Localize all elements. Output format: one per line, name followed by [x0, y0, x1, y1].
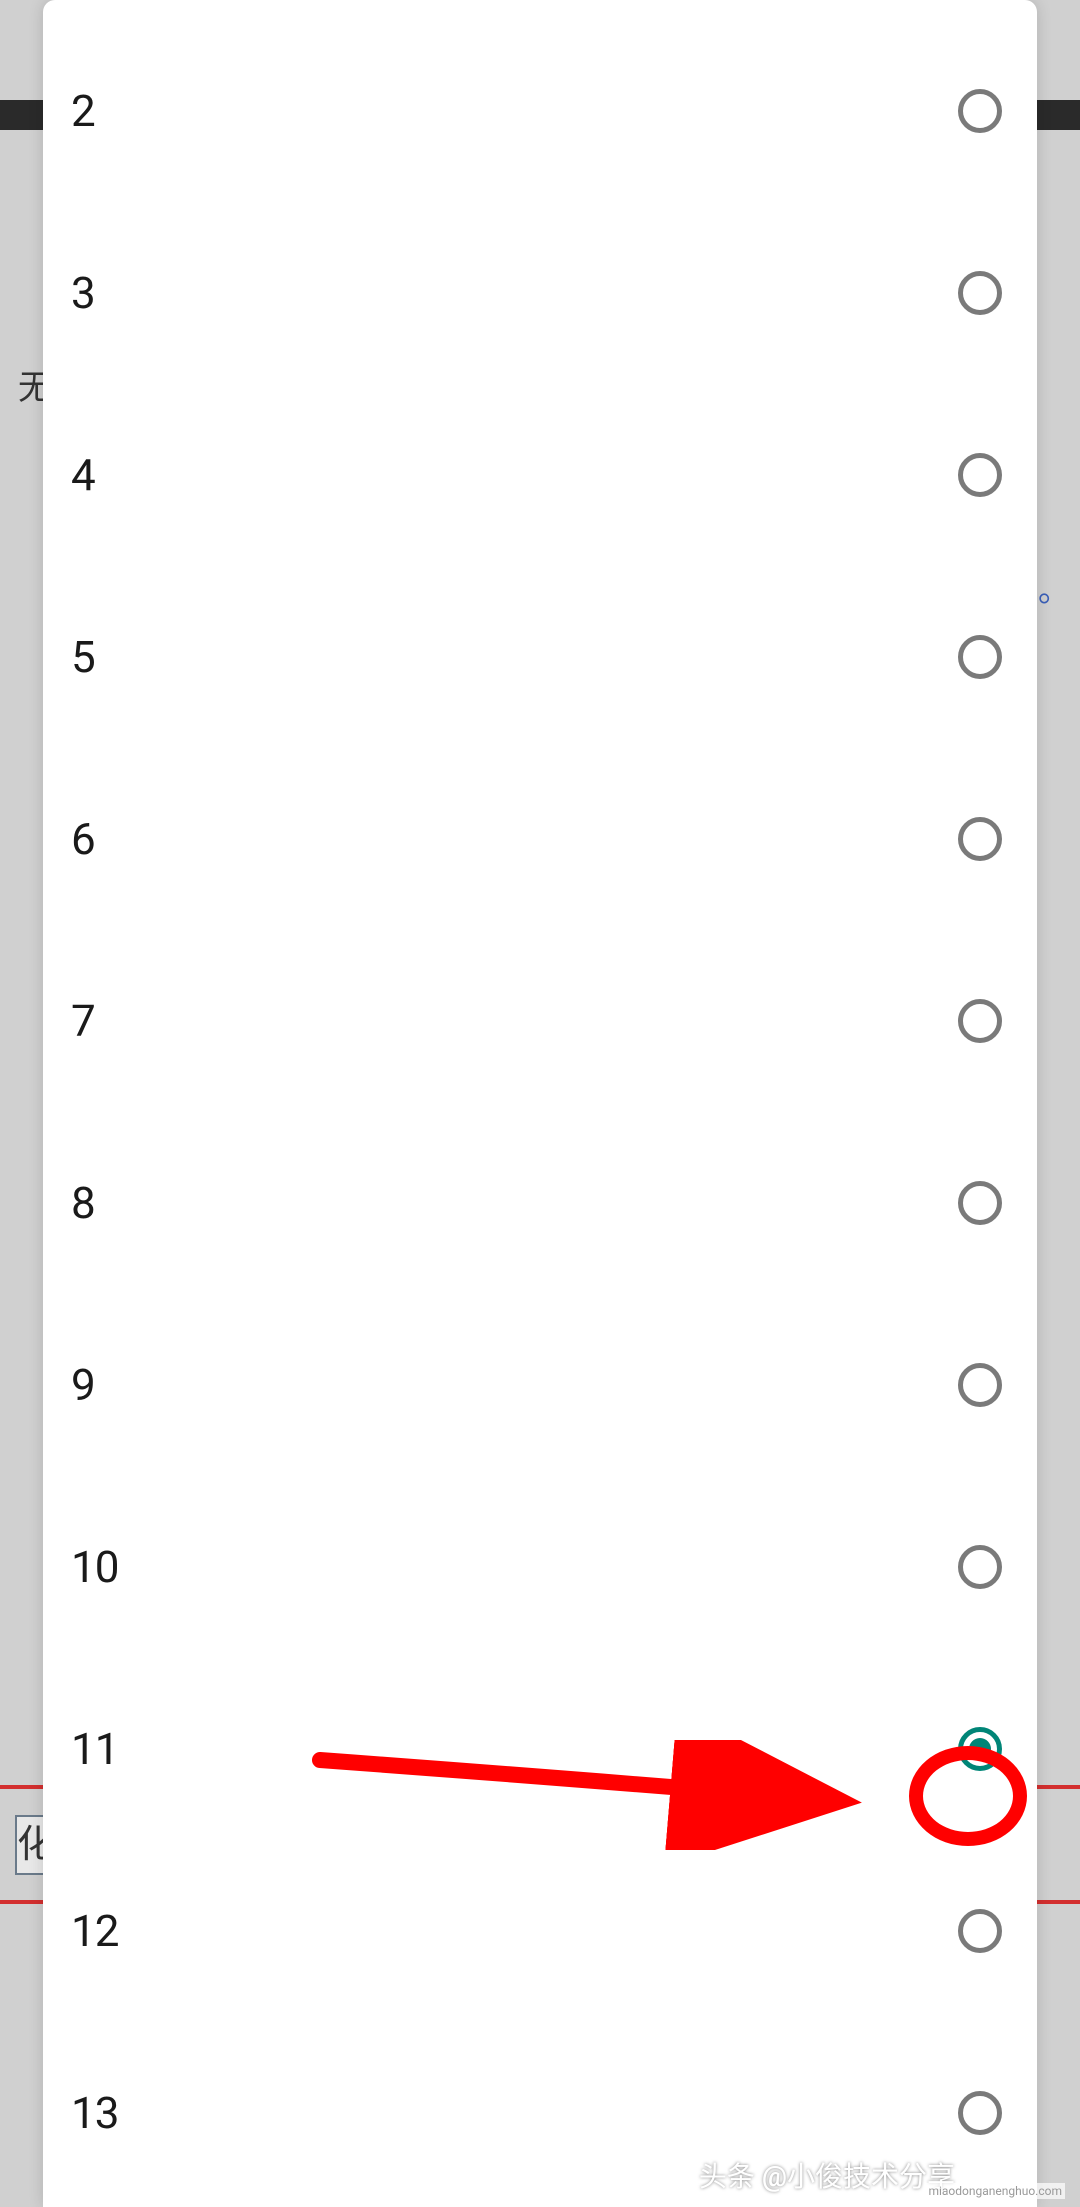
- option-item-11[interactable]: 11: [43, 1658, 1037, 1840]
- option-label: 12: [71, 1905, 118, 1957]
- radio-unchecked-icon: [958, 2091, 1002, 2135]
- option-item-2[interactable]: 2: [43, 20, 1037, 202]
- option-item-3[interactable]: 3: [43, 202, 1037, 384]
- radio-unchecked-icon: [958, 1545, 1002, 1589]
- option-label: 13: [71, 2087, 118, 2139]
- radio-unchecked-icon: [958, 817, 1002, 861]
- option-label: 4: [71, 449, 95, 501]
- option-item-8[interactable]: 8: [43, 1112, 1037, 1294]
- option-item-12[interactable]: 12: [43, 1840, 1037, 2022]
- watermark-url: miaodonganenghuo.com: [925, 2183, 1065, 2199]
- radio-unchecked-icon: [958, 453, 1002, 497]
- option-item-7[interactable]: 7: [43, 930, 1037, 1112]
- option-item-6[interactable]: 6: [43, 748, 1037, 930]
- option-label: 7: [71, 995, 95, 1047]
- radio-unchecked-icon: [958, 1181, 1002, 1225]
- watermark-text: 头条 @小俊技术分享: [699, 2155, 955, 2195]
- option-label: 10: [71, 1541, 118, 1593]
- option-label: 2: [71, 85, 95, 137]
- option-label: 3: [71, 267, 95, 319]
- option-item-5[interactable]: 5: [43, 566, 1037, 748]
- option-item-10[interactable]: 10: [43, 1476, 1037, 1658]
- radio-checked-icon: [958, 1727, 1002, 1771]
- option-label: 8: [71, 1177, 95, 1229]
- selection-dialog: 2 3 4 5 6 7 8: [43, 0, 1037, 2207]
- option-label: 5: [71, 631, 95, 683]
- radio-unchecked-icon: [958, 1363, 1002, 1407]
- option-item-4[interactable]: 4: [43, 384, 1037, 566]
- radio-unchecked-icon: [958, 999, 1002, 1043]
- option-label: 9: [71, 1359, 95, 1411]
- radio-unchecked-icon: [958, 635, 1002, 679]
- option-item-9[interactable]: 9: [43, 1294, 1037, 1476]
- option-label: 11: [71, 1723, 118, 1775]
- option-label: 6: [71, 813, 95, 865]
- radio-unchecked-icon: [958, 1909, 1002, 1953]
- option-list: 2 3 4 5 6 7 8: [43, 0, 1037, 2204]
- radio-unchecked-icon: [958, 271, 1002, 315]
- radio-unchecked-icon: [958, 89, 1002, 133]
